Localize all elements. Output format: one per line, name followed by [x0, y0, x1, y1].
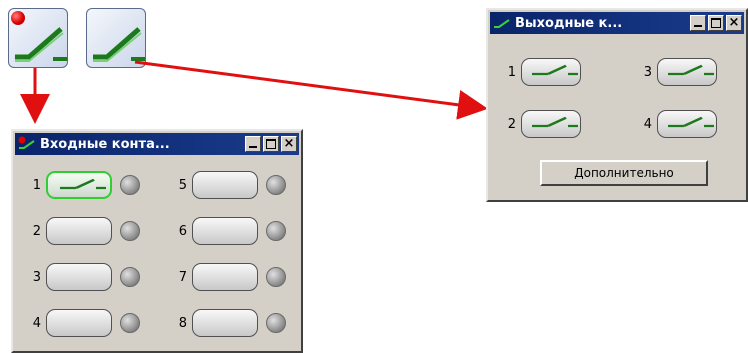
channel-number: 4: [643, 116, 652, 132]
output-contacts-window: Выходные к... × 1 2 3 4 Дополнительно: [486, 8, 748, 202]
channel-row: 6: [173, 217, 286, 245]
output-contact-window-icon: [493, 15, 511, 31]
window-title: Выходные к...: [515, 15, 623, 31]
channel-row: 3: [27, 263, 140, 291]
channel-number: 8: [178, 315, 187, 331]
more-button[interactable]: Дополнительно: [540, 160, 708, 186]
channel-number: 1: [507, 64, 516, 80]
contact-button[interactable]: [192, 309, 258, 337]
channel-number: 3: [643, 64, 652, 80]
channel-row: 7: [173, 263, 286, 291]
channel-number: 3: [32, 269, 41, 285]
contact-button[interactable]: [46, 309, 112, 337]
contact-button[interactable]: [657, 110, 717, 138]
contact-button[interactable]: [192, 171, 258, 199]
maximize-button[interactable]: [263, 136, 279, 152]
channel-number: 5: [178, 177, 187, 193]
channel-row: 3: [638, 58, 717, 86]
channel-row: 2: [502, 110, 581, 138]
contact-button[interactable]: [521, 58, 581, 86]
channel-row: 5: [173, 171, 286, 199]
status-led-icon: [120, 221, 140, 241]
window-title: Входные конта...: [40, 136, 170, 152]
status-led-icon: [266, 313, 286, 333]
channel-number: 1: [32, 177, 41, 193]
title-bar[interactable]: Входные конта... ×: [15, 133, 299, 155]
status-led-icon: [120, 267, 140, 287]
minimize-button[interactable]: [690, 15, 706, 31]
contact-button[interactable]: [192, 217, 258, 245]
status-led-icon: [266, 175, 286, 195]
status-led-icon: [266, 267, 286, 287]
contact-button[interactable]: [46, 171, 112, 199]
contact-button[interactable]: [192, 263, 258, 291]
channel-row: 8: [173, 309, 286, 337]
input-contact-window-icon: [18, 136, 36, 152]
contact-button[interactable]: [46, 217, 112, 245]
channel-number: 2: [507, 116, 516, 132]
contact-button[interactable]: [46, 263, 112, 291]
channel-number: 6: [178, 223, 187, 239]
close-button[interactable]: ×: [281, 136, 297, 152]
status-led-icon: [266, 221, 286, 241]
maximize-button[interactable]: [708, 15, 724, 31]
channel-number: 7: [178, 269, 187, 285]
arrow-to-output-window: [134, 60, 488, 120]
channel-row: 2: [27, 217, 140, 245]
channel-row: 1: [502, 58, 581, 86]
status-led-icon: [120, 175, 140, 195]
title-bar[interactable]: Выходные к... ×: [490, 12, 744, 34]
input-contacts-window: Входные конта... × 1 2 3 4 5 6 7 8: [11, 129, 303, 353]
channel-number: 2: [32, 223, 41, 239]
minimize-button[interactable]: [245, 136, 261, 152]
close-button[interactable]: ×: [726, 15, 742, 31]
channel-row: 4: [27, 309, 140, 337]
status-led-icon: [120, 313, 140, 333]
channel-row: 1: [27, 171, 140, 199]
contact-button[interactable]: [521, 110, 581, 138]
contact-button[interactable]: [657, 58, 717, 86]
channel-row: 4: [638, 110, 717, 138]
channel-number: 4: [32, 315, 41, 331]
